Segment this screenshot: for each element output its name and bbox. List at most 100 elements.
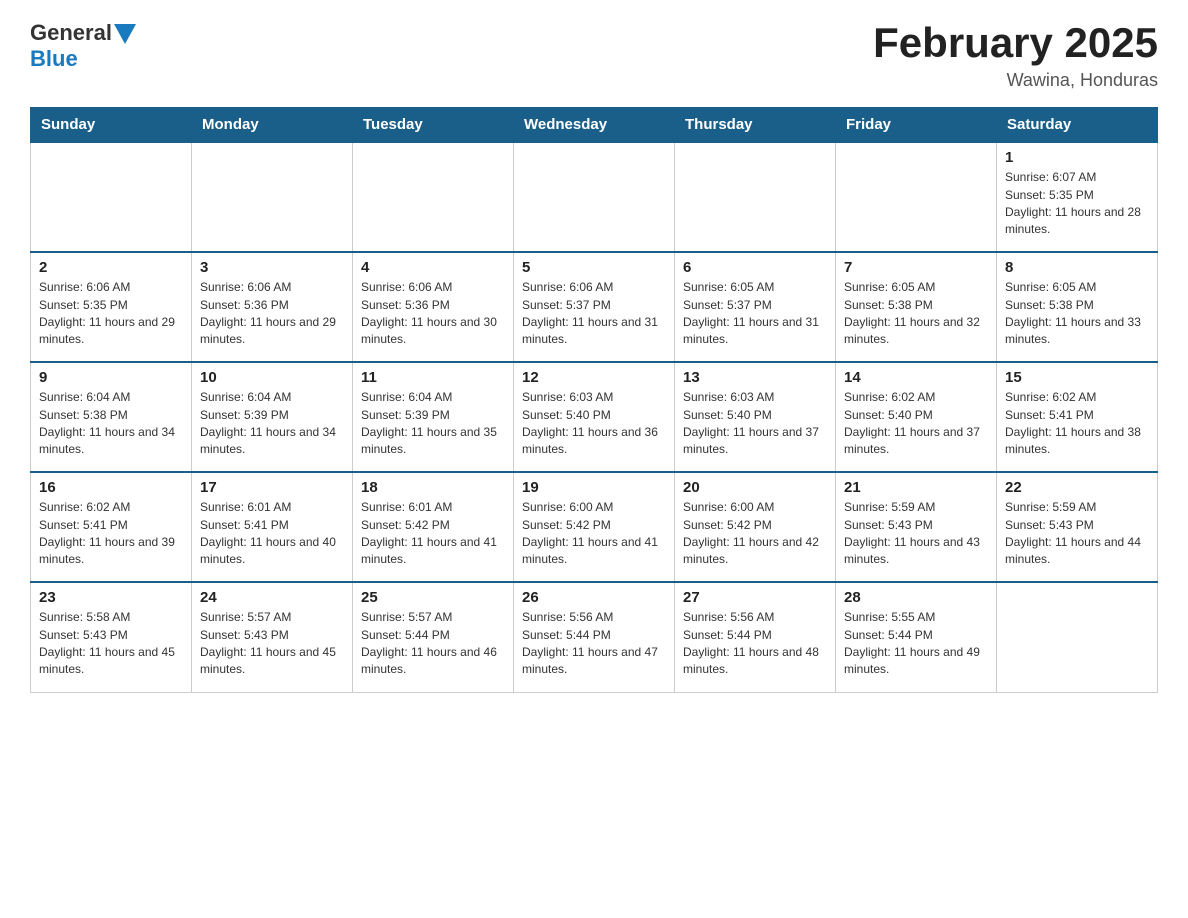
- day-number: 21: [844, 479, 988, 496]
- day-number: 5: [522, 259, 666, 276]
- calendar-subtitle: Wawina, Honduras: [873, 70, 1158, 91]
- column-header-wednesday: Wednesday: [514, 108, 675, 143]
- page-header: General Blue February 2025 Wawina, Hondu…: [30, 20, 1158, 91]
- calendar-week-row: 23 Sunrise: 5:58 AM Sunset: 5:43 PM Dayli…: [31, 582, 1158, 692]
- calendar-day-cell: 8 Sunrise: 6:05 AM Sunset: 5:38 PM Daylig…: [997, 252, 1158, 362]
- column-header-friday: Friday: [836, 108, 997, 143]
- calendar-day-cell: 21 Sunrise: 5:59 AM Sunset: 5:43 PM Dayli…: [836, 472, 997, 582]
- day-info: Sunrise: 6:05 AM Sunset: 5:37 PM Dayligh…: [683, 279, 827, 349]
- day-info: Sunrise: 6:06 AM Sunset: 5:36 PM Dayligh…: [361, 279, 505, 349]
- day-info: Sunrise: 6:06 AM Sunset: 5:37 PM Dayligh…: [522, 279, 666, 349]
- day-number: 2: [39, 259, 183, 276]
- day-info: Sunrise: 5:58 AM Sunset: 5:43 PM Dayligh…: [39, 609, 183, 679]
- day-info: Sunrise: 6:00 AM Sunset: 5:42 PM Dayligh…: [522, 499, 666, 569]
- calendar-day-cell: 22 Sunrise: 5:59 AM Sunset: 5:43 PM Dayli…: [997, 472, 1158, 582]
- day-info: Sunrise: 5:57 AM Sunset: 5:43 PM Dayligh…: [200, 609, 344, 679]
- calendar-day-cell: 23 Sunrise: 5:58 AM Sunset: 5:43 PM Dayli…: [31, 582, 192, 692]
- day-number: 26: [522, 589, 666, 606]
- day-number: 11: [361, 369, 505, 386]
- day-number: 23: [39, 589, 183, 606]
- calendar-day-cell: 11 Sunrise: 6:04 AM Sunset: 5:39 PM Dayli…: [353, 362, 514, 472]
- calendar-table: SundayMondayTuesdayWednesdayThursdayFrid…: [30, 107, 1158, 693]
- calendar-day-cell: 6Sunrise: 6:05 AM Sunset: 5:37 PM Daylig…: [675, 252, 836, 362]
- calendar-week-row: 1 Sunrise: 6:07 AM Sunset: 5:35 PM Daylig…: [31, 142, 1158, 252]
- day-info: Sunrise: 5:56 AM Sunset: 5:44 PM Dayligh…: [522, 609, 666, 679]
- calendar-header-row: SundayMondayTuesdayWednesdayThursdayFrid…: [31, 108, 1158, 143]
- day-info: Sunrise: 6:01 AM Sunset: 5:42 PM Dayligh…: [361, 499, 505, 569]
- day-number: 18: [361, 479, 505, 496]
- day-number: 1: [1005, 149, 1149, 166]
- day-info: Sunrise: 6:04 AM Sunset: 5:38 PM Dayligh…: [39, 389, 183, 459]
- calendar-day-cell: 1 Sunrise: 6:07 AM Sunset: 5:35 PM Daylig…: [997, 142, 1158, 252]
- day-number: 13: [683, 369, 827, 386]
- calendar-day-cell: [675, 142, 836, 252]
- day-info: Sunrise: 6:06 AM Sunset: 5:35 PM Dayligh…: [39, 279, 183, 349]
- logo-triangle-icon: [114, 24, 136, 44]
- day-info: Sunrise: 5:59 AM Sunset: 5:43 PM Dayligh…: [844, 499, 988, 569]
- calendar-day-cell: 5 Sunrise: 6:06 AM Sunset: 5:37 PM Daylig…: [514, 252, 675, 362]
- calendar-day-cell: 15Sunrise: 6:02 AM Sunset: 5:41 PM Dayli…: [997, 362, 1158, 472]
- calendar-week-row: 16 Sunrise: 6:02 AM Sunset: 5:41 PM Dayli…: [31, 472, 1158, 582]
- calendar-title: February 2025: [873, 20, 1158, 66]
- day-number: 22: [1005, 479, 1149, 496]
- day-number: 12: [522, 369, 666, 386]
- calendar-day-cell: [353, 142, 514, 252]
- day-number: 15: [1005, 369, 1149, 386]
- day-number: 3: [200, 259, 344, 276]
- column-header-sunday: Sunday: [31, 108, 192, 143]
- day-info: Sunrise: 6:02 AM Sunset: 5:41 PM Dayligh…: [39, 499, 183, 569]
- calendar-day-cell: 27 Sunrise: 5:56 AM Sunset: 5:44 PM Dayli…: [675, 582, 836, 692]
- title-section: February 2025 Wawina, Honduras: [873, 20, 1158, 91]
- day-number: 20: [683, 479, 827, 496]
- calendar-day-cell: 3 Sunrise: 6:06 AM Sunset: 5:36 PM Daylig…: [192, 252, 353, 362]
- day-number: 9: [39, 369, 183, 386]
- column-header-saturday: Saturday: [997, 108, 1158, 143]
- calendar-day-cell: 20 Sunrise: 6:00 AM Sunset: 5:42 PM Dayli…: [675, 472, 836, 582]
- day-number: 7: [844, 259, 988, 276]
- calendar-day-cell: 28 Sunrise: 5:55 AM Sunset: 5:44 PM Dayli…: [836, 582, 997, 692]
- calendar-day-cell: 14Sunrise: 6:02 AM Sunset: 5:40 PM Dayli…: [836, 362, 997, 472]
- day-number: 10: [200, 369, 344, 386]
- logo-text-blue: Blue: [30, 46, 78, 72]
- calendar-day-cell: 10 Sunrise: 6:04 AM Sunset: 5:39 PM Dayli…: [192, 362, 353, 472]
- calendar-day-cell: [31, 142, 192, 252]
- calendar-day-cell: 25 Sunrise: 5:57 AM Sunset: 5:44 PM Dayli…: [353, 582, 514, 692]
- calendar-day-cell: 9 Sunrise: 6:04 AM Sunset: 5:38 PM Daylig…: [31, 362, 192, 472]
- day-info: Sunrise: 5:55 AM Sunset: 5:44 PM Dayligh…: [844, 609, 988, 679]
- day-number: 27: [683, 589, 827, 606]
- day-number: 16: [39, 479, 183, 496]
- calendar-day-cell: 13Sunrise: 6:03 AM Sunset: 5:40 PM Dayli…: [675, 362, 836, 472]
- day-info: Sunrise: 6:00 AM Sunset: 5:42 PM Dayligh…: [683, 499, 827, 569]
- logo: General Blue: [30, 20, 136, 72]
- calendar-day-cell: 16 Sunrise: 6:02 AM Sunset: 5:41 PM Dayli…: [31, 472, 192, 582]
- day-number: 24: [200, 589, 344, 606]
- day-number: 19: [522, 479, 666, 496]
- day-number: 8: [1005, 259, 1149, 276]
- day-info: Sunrise: 6:05 AM Sunset: 5:38 PM Dayligh…: [1005, 279, 1149, 349]
- logo-text-general: General: [30, 20, 112, 46]
- day-info: Sunrise: 6:07 AM Sunset: 5:35 PM Dayligh…: [1005, 169, 1149, 239]
- calendar-day-cell: 12Sunrise: 6:03 AM Sunset: 5:40 PM Dayli…: [514, 362, 675, 472]
- calendar-day-cell: [514, 142, 675, 252]
- day-number: 28: [844, 589, 988, 606]
- day-info: Sunrise: 5:57 AM Sunset: 5:44 PM Dayligh…: [361, 609, 505, 679]
- calendar-day-cell: 17Sunrise: 6:01 AM Sunset: 5:41 PM Dayli…: [192, 472, 353, 582]
- calendar-day-cell: 24 Sunrise: 5:57 AM Sunset: 5:43 PM Dayli…: [192, 582, 353, 692]
- calendar-day-cell: 2 Sunrise: 6:06 AM Sunset: 5:35 PM Daylig…: [31, 252, 192, 362]
- day-info: Sunrise: 6:06 AM Sunset: 5:36 PM Dayligh…: [200, 279, 344, 349]
- day-info: Sunrise: 5:56 AM Sunset: 5:44 PM Dayligh…: [683, 609, 827, 679]
- day-number: 4: [361, 259, 505, 276]
- day-info: Sunrise: 6:04 AM Sunset: 5:39 PM Dayligh…: [200, 389, 344, 459]
- column-header-tuesday: Tuesday: [353, 108, 514, 143]
- day-info: Sunrise: 6:04 AM Sunset: 5:39 PM Dayligh…: [361, 389, 505, 459]
- day-info: Sunrise: 6:05 AM Sunset: 5:38 PM Dayligh…: [844, 279, 988, 349]
- day-number: 25: [361, 589, 505, 606]
- calendar-day-cell: 4 Sunrise: 6:06 AM Sunset: 5:36 PM Daylig…: [353, 252, 514, 362]
- day-number: 17: [200, 479, 344, 496]
- calendar-day-cell: 18 Sunrise: 6:01 AM Sunset: 5:42 PM Dayli…: [353, 472, 514, 582]
- day-info: Sunrise: 6:02 AM Sunset: 5:40 PM Dayligh…: [844, 389, 988, 459]
- calendar-day-cell: [997, 582, 1158, 692]
- day-info: Sunrise: 5:59 AM Sunset: 5:43 PM Dayligh…: [1005, 499, 1149, 569]
- calendar-day-cell: [192, 142, 353, 252]
- column-header-monday: Monday: [192, 108, 353, 143]
